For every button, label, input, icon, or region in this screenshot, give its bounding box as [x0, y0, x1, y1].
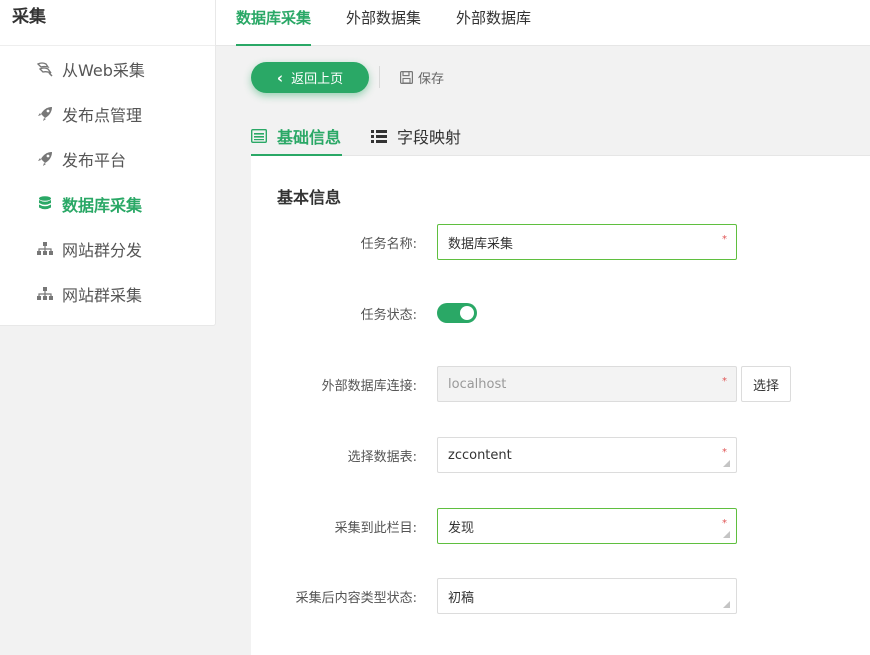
toggle-knob — [460, 306, 474, 320]
save-button[interactable]: 保存 — [400, 66, 444, 88]
resize-grip-icon — [723, 531, 730, 538]
db-connection-value: localhost — [448, 376, 507, 392]
sidebar-item-publish-points[interactable]: 发布点管理 — [0, 91, 215, 136]
sidebar-title: 采集 — [12, 7, 46, 27]
db-table-select[interactable]: zccontent * — [437, 437, 737, 473]
sidebar-item-site-group-collect[interactable]: 网站群采集 — [0, 271, 215, 316]
list-alt-icon — [251, 129, 267, 143]
top-tab-bar — [216, 0, 870, 46]
sidebar: 采集 从Web采集 发布点管理 发布平台 数据库采集 网站群分发 网站群采集 — [0, 0, 216, 326]
tab-db-collect[interactable]: 数据库采集 — [236, 0, 311, 46]
chevron-left-icon: ‹ — [276, 68, 284, 87]
save-button-label: 保存 — [418, 71, 445, 87]
sidebar-item-label: 网站群分发 — [62, 240, 143, 260]
sidebar-item-label: 发布点管理 — [62, 105, 143, 125]
sidebar-item-label: 数据库采集 — [62, 195, 143, 215]
task-name-value: 数据库采集 — [448, 236, 514, 252]
sidebar-item-publish-platform[interactable]: 发布平台 — [0, 136, 215, 181]
database-icon — [36, 195, 54, 213]
db-table-value: zccontent — [448, 447, 512, 463]
required-mark: * — [722, 234, 727, 245]
section-title: 基本信息 — [277, 188, 342, 207]
target-catalog-select[interactable]: 发现 * — [437, 508, 737, 544]
tab-field-mapping[interactable]: 字段映射 — [371, 116, 463, 156]
save-icon — [400, 70, 413, 84]
tab-external-dataset[interactable]: 外部数据集 — [346, 0, 426, 46]
sitemap-icon — [36, 285, 54, 303]
sidebar-header: 采集 — [0, 0, 215, 46]
db-connection-input: localhost * — [437, 366, 737, 402]
task-name-label: 任务名称: — [360, 236, 417, 252]
target-catalog-label: 采集到此栏目: — [334, 520, 417, 536]
sidebar-item-web-collect[interactable]: 从Web采集 — [0, 46, 215, 91]
required-mark: * — [722, 447, 727, 458]
sidebar-item-db-collect[interactable]: 数据库采集 — [0, 181, 215, 226]
resize-grip-icon — [723, 460, 730, 467]
back-button-label: 返回上页 — [291, 72, 344, 87]
list-icon — [371, 129, 387, 143]
task-status-toggle[interactable] — [437, 303, 477, 323]
rocket-icon — [36, 150, 54, 168]
task-status-label: 任务状态: — [360, 307, 417, 323]
required-mark: * — [722, 518, 727, 529]
sidebar-item-label: 发布平台 — [62, 150, 127, 170]
select-connection-button[interactable]: 选择 — [741, 366, 791, 402]
sidebar-item-site-group-distribute[interactable]: 网站群分发 — [0, 226, 215, 271]
content-status-select[interactable]: 初稿 — [437, 578, 737, 614]
task-name-input[interactable]: 数据库采集 * — [437, 224, 737, 260]
rocket-icon — [36, 105, 54, 123]
toolbar-divider — [379, 66, 380, 88]
subtab-divider — [251, 155, 870, 156]
sitemap-icon — [36, 240, 54, 258]
required-mark: * — [722, 376, 727, 387]
target-catalog-value: 发现 — [448, 520, 475, 536]
sidebar-item-label: 网站群采集 — [62, 285, 143, 305]
resize-grip-icon — [723, 601, 730, 608]
db-table-label: 选择数据表: — [347, 449, 417, 465]
web-crawl-icon — [36, 60, 54, 78]
db-connection-label: 外部数据库连接: — [321, 378, 417, 394]
tab-basic-info[interactable]: 基础信息 — [251, 116, 342, 156]
content-status-label: 采集后内容类型状态: — [295, 590, 417, 606]
sidebar-item-label: 从Web采集 — [62, 60, 145, 80]
back-button[interactable]: ‹ 返回上页 — [251, 62, 369, 93]
content-status-value: 初稿 — [448, 590, 475, 606]
tab-external-database[interactable]: 外部数据库 — [456, 0, 538, 46]
